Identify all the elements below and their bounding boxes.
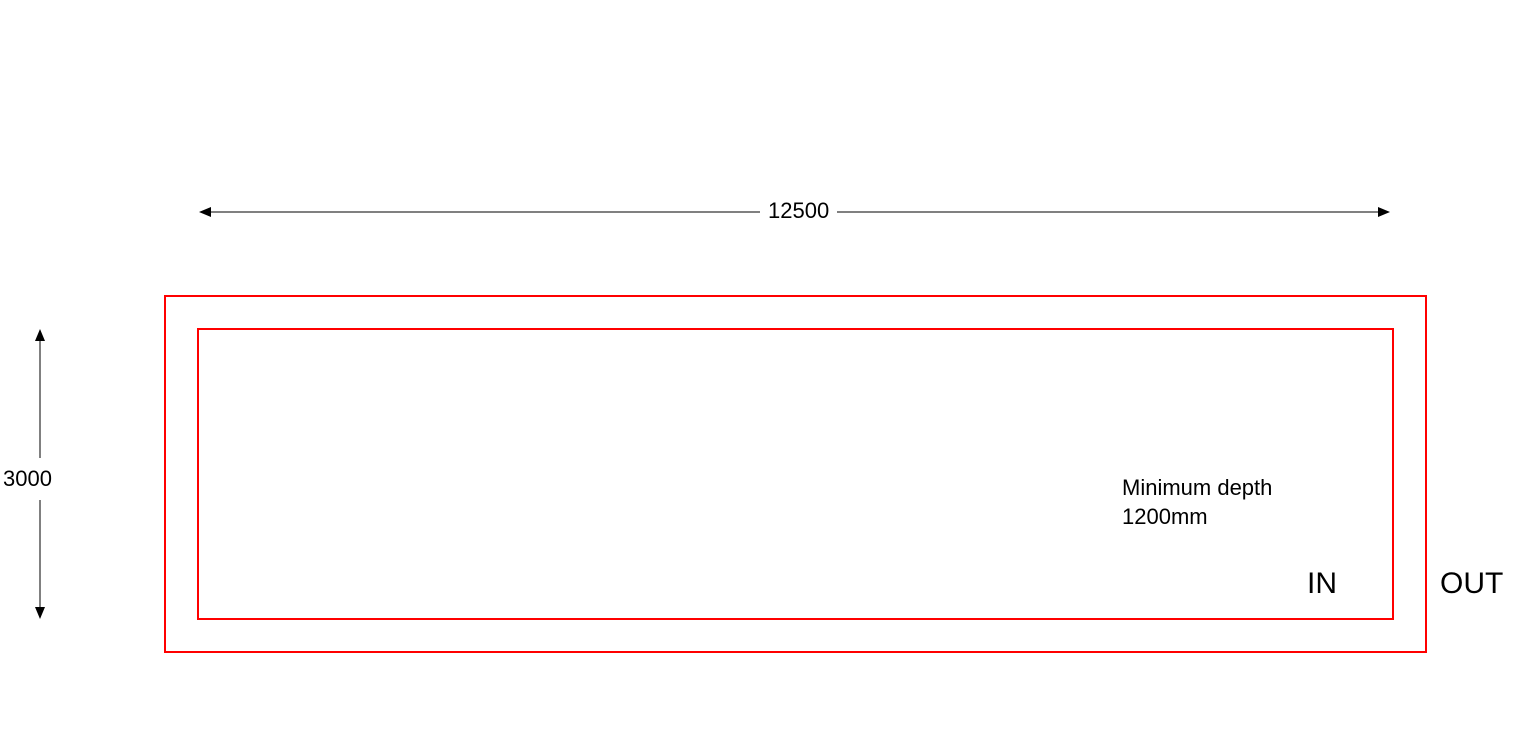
out-label: OUT [1440,567,1503,601]
in-label: IN [1307,567,1337,601]
width-dimension-label: 12500 [760,198,837,224]
minimum-depth-annotation: Minimum depth 1200mm [1122,474,1272,531]
depth-line1: Minimum depth [1122,474,1272,503]
diagram-canvas [0,0,1536,756]
depth-line2: 1200mm [1122,503,1272,532]
height-dimension-label: 3000 [3,458,52,500]
